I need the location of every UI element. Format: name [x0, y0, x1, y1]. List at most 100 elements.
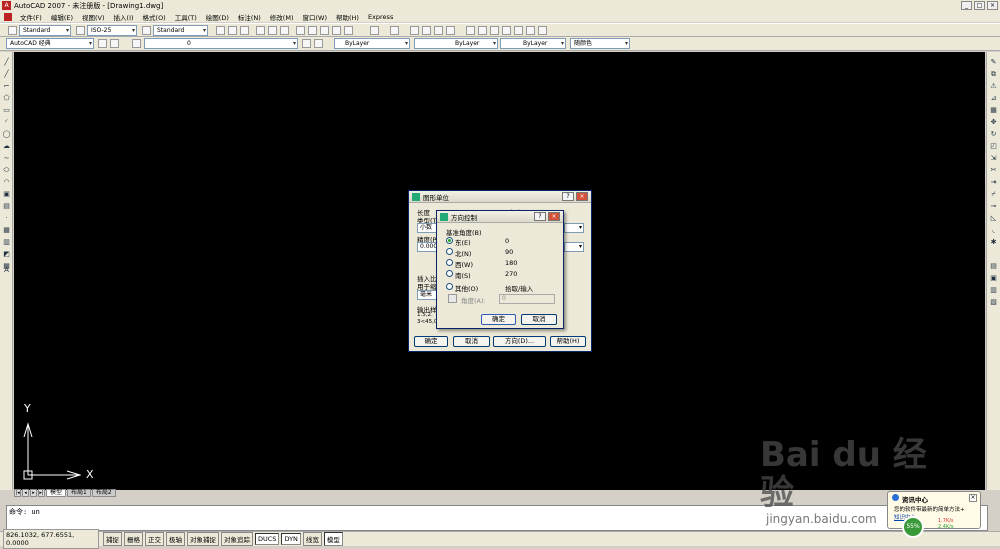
other-radio[interactable] — [446, 283, 453, 290]
trim-icon[interactable]: ✂ — [989, 166, 998, 174]
match-properties-icon[interactable] — [332, 26, 341, 35]
draw-order-icon[interactable]: ▤ — [989, 262, 998, 270]
linetype-select[interactable]: ByLayer — [414, 38, 498, 49]
east-radio[interactable] — [446, 237, 453, 244]
text-style-select[interactable]: Standard — [19, 25, 71, 36]
stretch-icon[interactable]: ⇲ — [989, 154, 998, 162]
direction-close-icon[interactable]: × — [548, 212, 560, 221]
minimize-button[interactable]: _ — [961, 1, 972, 10]
ortho-toggle[interactable]: 正交 — [145, 532, 164, 546]
line-icon[interactable]: ╱ — [2, 58, 11, 66]
move-icon[interactable]: ✥ — [989, 118, 998, 126]
revision-cloud-icon[interactable]: ☁ — [2, 142, 11, 150]
rotate-icon[interactable]: ↻ — [989, 130, 998, 138]
angle-precision-select[interactable] — [564, 242, 584, 252]
array-icon[interactable]: ▦ — [989, 106, 998, 114]
layer-walk-icon[interactable]: ▧ — [989, 298, 998, 306]
offset-icon[interactable]: ⊿ — [989, 94, 998, 102]
speed-gauge[interactable]: 55% — [902, 516, 924, 538]
tab-last-button[interactable]: ▸| — [38, 488, 45, 497]
tab-next-button[interactable]: ▸ — [30, 488, 37, 497]
menu-file[interactable]: 文件(F) — [19, 12, 43, 22]
maximize-button[interactable]: □ — [974, 1, 985, 10]
gradient-icon[interactable]: ▥ — [2, 238, 11, 246]
region-icon[interactable]: ◩ — [2, 250, 11, 258]
preview-icon[interactable] — [268, 26, 277, 35]
menu-view[interactable]: 视图(V) — [81, 12, 106, 22]
paste-icon[interactable] — [320, 26, 329, 35]
units-ok-button[interactable]: 确定 — [414, 336, 448, 347]
spline-icon[interactable]: ∼ — [2, 154, 11, 162]
rectangle-icon[interactable]: ▭ — [2, 106, 11, 114]
make-block-icon[interactable]: ▤ — [2, 202, 11, 210]
copy-icon[interactable] — [308, 26, 317, 35]
text-edit-icon[interactable]: ▣ — [989, 274, 998, 282]
block-editor-icon[interactable] — [344, 26, 353, 35]
polyline-icon[interactable]: ⌐ — [2, 82, 11, 90]
sheet-set-icon[interactable] — [502, 26, 511, 35]
angle-type-select[interactable] — [564, 223, 584, 233]
new-icon[interactable] — [216, 26, 225, 35]
units-cancel-button[interactable]: 取消 — [453, 336, 490, 347]
ellipse-arc-icon[interactable]: ◠ — [2, 178, 11, 186]
model-toggle[interactable]: 模型 — [323, 532, 343, 546]
workspace-select[interactable]: AutoCAD 经典 — [6, 38, 94, 49]
markup-icon[interactable] — [514, 26, 523, 35]
text-style-icon[interactable] — [8, 26, 17, 35]
color-select[interactable]: ByLayer — [334, 38, 410, 49]
circle-icon[interactable]: ◯ — [2, 130, 11, 138]
units-help-button[interactable]: 帮助(H) — [550, 336, 586, 347]
zoom-window-icon[interactable] — [434, 26, 443, 35]
menu-help[interactable]: 帮助(H) — [335, 12, 360, 22]
tab-prev-button[interactable]: ◂ — [22, 488, 29, 497]
polar-toggle[interactable]: 极轴 — [166, 532, 185, 546]
plot-style-select[interactable]: 随颜色 — [570, 38, 630, 49]
menu-edit[interactable]: 编辑(E) — [50, 12, 74, 22]
direction-help-icon[interactable]: ? — [534, 212, 546, 221]
make-current-layer-icon[interactable] — [302, 39, 311, 48]
tab-layout2[interactable]: 布局2 — [91, 488, 116, 497]
construction-line-icon[interactable]: ╱ — [2, 70, 11, 78]
direction-cancel-button[interactable]: 取消 — [521, 314, 557, 325]
lineweight-toggle[interactable]: 线宽 — [302, 532, 322, 546]
dim-style-icon[interactable] — [76, 26, 85, 35]
grid-toggle[interactable]: 栅格 — [124, 532, 143, 546]
zoom-previous-icon[interactable] — [446, 26, 455, 35]
insert-block-icon[interactable]: ▣ — [2, 190, 11, 198]
units-close-icon[interactable]: × — [576, 192, 588, 201]
angle-input[interactable]: 0 — [499, 294, 555, 304]
notification-close-icon[interactable]: × — [969, 494, 977, 502]
otrack-toggle[interactable]: 对象追踪 — [221, 532, 253, 546]
tab-first-button[interactable]: |◂ — [14, 488, 21, 497]
hatch-icon[interactable]: ▦ — [2, 226, 11, 234]
point-icon[interactable]: · — [2, 214, 11, 222]
ducs-toggle[interactable]: DUCS — [255, 533, 280, 545]
extend-icon[interactable]: ⇥ — [989, 178, 998, 186]
pick-angle-icon[interactable] — [448, 294, 457, 303]
chamfer-icon[interactable]: ◺ — [989, 214, 998, 222]
layer-select[interactable]: 0 — [144, 38, 298, 49]
dyn-toggle[interactable]: DYN — [281, 533, 301, 545]
open-icon[interactable] — [228, 26, 237, 35]
layer-manager-icon[interactable] — [110, 39, 119, 48]
menu-insert[interactable]: 插入(I) — [113, 12, 135, 22]
snap-toggle[interactable]: 捕捉 — [103, 532, 122, 546]
help-icon[interactable] — [538, 26, 547, 35]
design-center-icon[interactable] — [478, 26, 487, 35]
ellipse-icon[interactable]: ⬭ — [2, 166, 11, 174]
menu-modify[interactable]: 修改(M) — [269, 12, 295, 22]
tool-palettes-icon[interactable] — [490, 26, 499, 35]
dim-style-select[interactable]: ISO-25 — [87, 25, 137, 36]
osnap-toggle[interactable]: 对象捕捉 — [187, 532, 219, 546]
menu-window[interactable]: 窗口(W) — [301, 12, 328, 22]
undo-icon[interactable] — [370, 26, 379, 35]
menu-draw[interactable]: 绘图(D) — [205, 12, 230, 22]
properties-panel-icon[interactable]: ▥ — [989, 286, 998, 294]
arc-icon[interactable]: ◜ — [2, 118, 11, 126]
calculator-icon[interactable] — [526, 26, 535, 35]
join-icon[interactable]: ⊸ — [989, 202, 998, 210]
units-help-icon[interactable]: ? — [562, 192, 574, 201]
north-radio[interactable] — [446, 248, 453, 255]
zoom-realtime-icon[interactable] — [422, 26, 431, 35]
table-style-icon[interactable] — [142, 26, 151, 35]
